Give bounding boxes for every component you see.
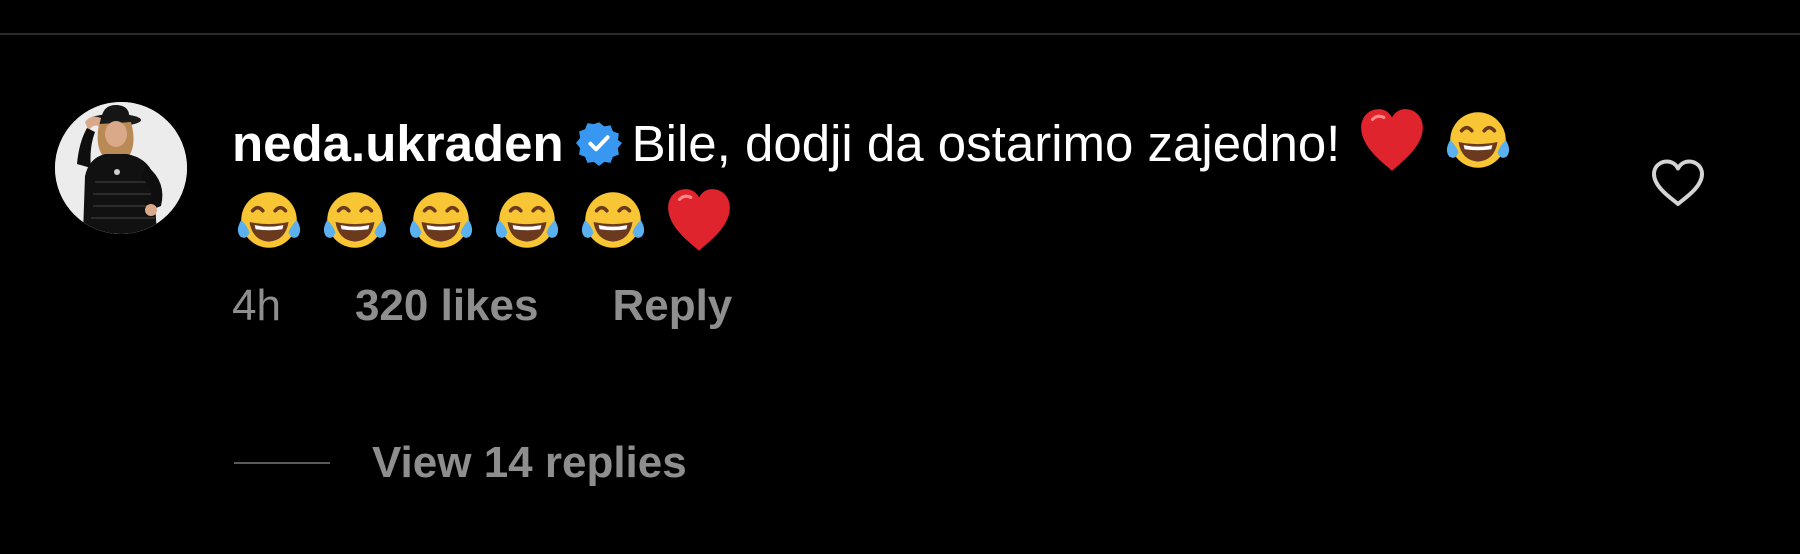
comment-body: Bile, dodji da ostarimo zajedno! (631, 115, 1341, 172)
tears-of-joy-icon (404, 183, 478, 257)
view-replies-label: View 14 replies (372, 438, 687, 487)
avatar[interactable] (55, 102, 187, 234)
view-replies-button[interactable]: View 14 replies (234, 435, 687, 491)
tears-of-joy-icon (576, 183, 650, 257)
tears-of-joy-icon (490, 183, 564, 257)
red-heart-icon (662, 183, 736, 257)
red-heart-icon (1355, 103, 1429, 177)
username[interactable]: neda.ukraden (232, 115, 564, 172)
verified-badge-icon (575, 109, 622, 166)
replies-divider-line (234, 462, 330, 464)
reply-button[interactable]: Reply (612, 281, 732, 331)
likes-count[interactable]: 320 likes (355, 281, 539, 331)
comment-text: neda.ukraden Bile, dodji da ostarimo zaje… (232, 103, 1562, 263)
comment-timestamp: 4h (232, 281, 281, 330)
tears-of-joy-icon (1441, 103, 1515, 177)
heart-outline-icon[interactable] (1650, 158, 1706, 208)
tears-of-joy-icon (318, 183, 392, 257)
tears-of-joy-icon (232, 183, 306, 257)
comment-meta: 4h 320 likes Reply (232, 278, 732, 334)
top-divider (0, 33, 1800, 35)
